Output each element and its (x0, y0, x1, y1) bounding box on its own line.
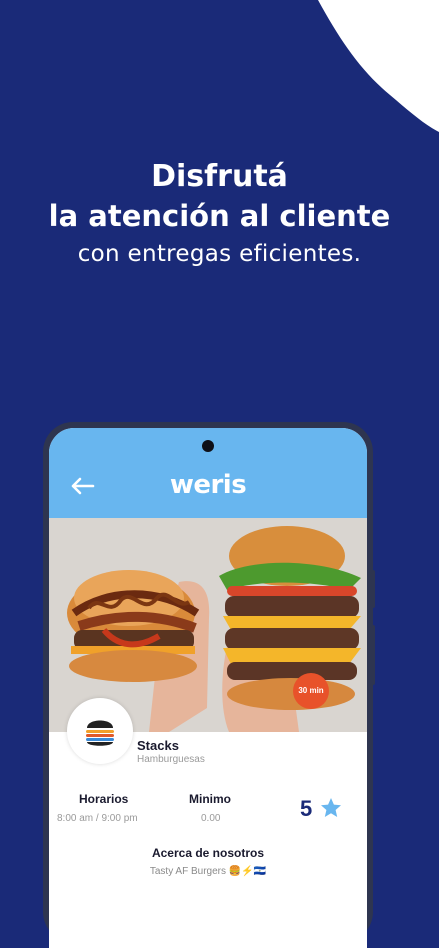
promo-headline: Disfrutá la atención al cliente con entr… (0, 158, 439, 272)
restaurant-avatar (67, 698, 133, 764)
about-text: Tasty AF Burgers 🍔⚡🇸🇻 (149, 866, 267, 877)
headline-line-3: con entregas eficientes. (77, 241, 362, 267)
corner-decoration (318, 0, 439, 132)
headline-line-2: la atención al cliente (48, 199, 391, 233)
burger-logo-icon (86, 720, 114, 746)
star-icon (321, 798, 341, 817)
rating-value: 5 (300, 796, 313, 821)
restaurant-info-panel (49, 732, 367, 948)
minimum-label: Minimo (189, 792, 231, 806)
delivery-time-badge: 30 min (293, 673, 329, 709)
hours-value: 8:00 am / 9:00 pm (57, 813, 138, 824)
restaurant-category: Hamburguesas (137, 754, 205, 765)
headline-line-1: Disfrutá (151, 159, 288, 194)
app-bar: weris (49, 428, 367, 518)
minimum-value: 0.00 (201, 813, 221, 824)
hours-label: Horarios (79, 792, 129, 806)
phone-screen: weris 30 min Stacks Hamburguesas Horario… (49, 428, 367, 948)
phone-mockup: weris 30 min Stacks Hamburguesas Horario… (43, 422, 373, 948)
app-logo: weris (169, 470, 247, 500)
restaurant-name: Stacks (137, 738, 179, 753)
camera-icon (202, 440, 214, 452)
about-label: Acerca de nosotros (151, 846, 265, 860)
